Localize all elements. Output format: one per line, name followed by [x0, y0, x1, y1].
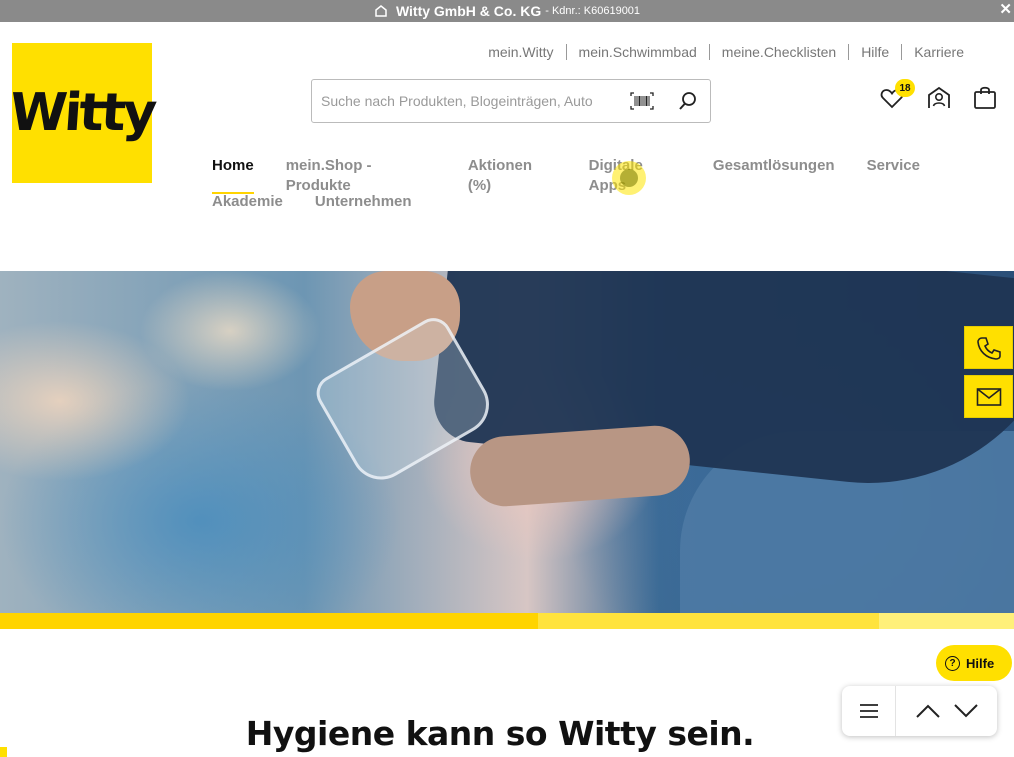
- slide-bar-2[interactable]: [538, 613, 879, 629]
- help-label: Hilfe: [966, 655, 995, 671]
- link-mein-witty[interactable]: mein.Witty: [476, 44, 565, 60]
- progress-bars: [0, 613, 1014, 629]
- account-icon[interactable]: [927, 86, 951, 110]
- close-icon[interactable]: ✕: [999, 0, 1012, 18]
- wishlist-count-badge: 18: [895, 79, 915, 97]
- link-meine-checklisten[interactable]: meine.Checklisten: [708, 44, 848, 60]
- search-icon[interactable]: [678, 91, 698, 111]
- nav-item-home[interactable]: Home: [212, 156, 254, 194]
- question-icon: ?: [945, 655, 960, 671]
- hero-image: [0, 271, 1014, 613]
- link-karriere[interactable]: Karriere: [901, 44, 976, 60]
- help-button[interactable]: ? Hilfe: [936, 645, 1012, 681]
- top-links: mein.Witty mein.Schwimmbad meine.Checkli…: [476, 44, 976, 60]
- customer-number: - Kdnr.: K60619001: [545, 5, 641, 17]
- logo-text: Witty: [8, 83, 157, 143]
- main-navigation: Home mein.Shop - Produkte Aktionen (%) D…: [212, 156, 952, 228]
- phone-button[interactable]: [964, 326, 1013, 369]
- mail-icon: [976, 387, 1001, 406]
- search-box: [311, 79, 711, 123]
- mail-button[interactable]: [964, 375, 1013, 418]
- shopping-bag-icon[interactable]: [973, 85, 997, 110]
- search-input[interactable]: [321, 93, 621, 109]
- left-accent-mark: [0, 747, 7, 757]
- nav-item-akademie[interactable]: Akademie: [212, 192, 283, 228]
- link-mein-schwimmbad[interactable]: mein.Schwimmbad: [565, 44, 709, 60]
- slide-bar-1[interactable]: [0, 613, 538, 629]
- nav-item-service[interactable]: Service: [867, 156, 920, 192]
- link-hilfe[interactable]: Hilfe: [848, 44, 901, 60]
- home-icon: [375, 5, 387, 17]
- witty-logo[interactable]: Witty: [8, 43, 156, 183]
- phone-icon: [976, 336, 1001, 360]
- nav-item-unternehmen[interactable]: Unternehmen: [315, 192, 412, 228]
- nav-item-gesamtloesungen[interactable]: Gesamtlösungen: [713, 156, 835, 192]
- page-headline: Hygiene kann so Witty sein.: [245, 714, 755, 753]
- slide-bar-3[interactable]: [879, 613, 1014, 629]
- nav-item-shop[interactable]: mein.Shop - Produkte: [286, 156, 436, 194]
- barcode-icon[interactable]: [630, 92, 654, 110]
- company-name: Witty GmbH & Co. KG: [395, 3, 542, 19]
- mouse-cursor-indicator: [612, 161, 646, 195]
- nav-item-aktionen[interactable]: Aktionen (%): [468, 156, 557, 194]
- account-bar: Witty GmbH & Co. KG - Kdnr.: K60619001 ✕: [0, 0, 1014, 22]
